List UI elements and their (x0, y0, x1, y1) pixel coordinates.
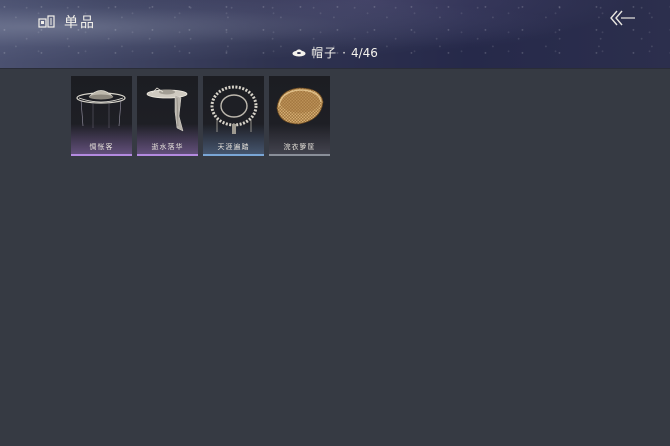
woven-frame-hat-icon (210, 85, 258, 134)
category-label: 帽子 (311, 46, 338, 60)
item-card[interactable]: 天涯遍踏 (203, 76, 264, 156)
rarity-bar (269, 154, 330, 156)
title-group: 单品 (38, 12, 96, 32)
category-count: 4/46 (350, 45, 378, 60)
flat-hat-with-drape-icon (146, 87, 188, 132)
back-button[interactable] (610, 8, 636, 28)
item-card[interactable]: 浣衣箩筐 (269, 76, 330, 156)
item-grid: 惆怅客 逝水落华 天涯遍踏 浣衣箩筐 (71, 76, 330, 156)
rarity-bar (71, 154, 132, 156)
rarity-bar (203, 154, 264, 156)
double-chevron-left-icon (610, 10, 635, 26)
item-name: 浣衣箩筐 (283, 143, 316, 151)
item-name: 惆怅客 (89, 143, 114, 151)
rarity-bar (137, 154, 198, 156)
header-bar: 单品 帽子 · 4/46 (0, 0, 670, 69)
woven-basket-icon (276, 87, 324, 125)
wide-brim-veil-hat-icon (76, 90, 126, 128)
item-name: 逝水落华 (151, 143, 184, 151)
item-card[interactable]: 惆怅客 (71, 76, 132, 156)
category-indicator: 帽子 · 4/46 (0, 44, 670, 61)
category-separator: · (342, 45, 346, 60)
wardrobe-icon (38, 15, 56, 29)
hat-icon (292, 46, 306, 60)
item-name: 天涯遍踏 (217, 143, 250, 151)
page-title: 单品 (64, 15, 96, 31)
item-card[interactable]: 逝水落华 (137, 76, 198, 156)
